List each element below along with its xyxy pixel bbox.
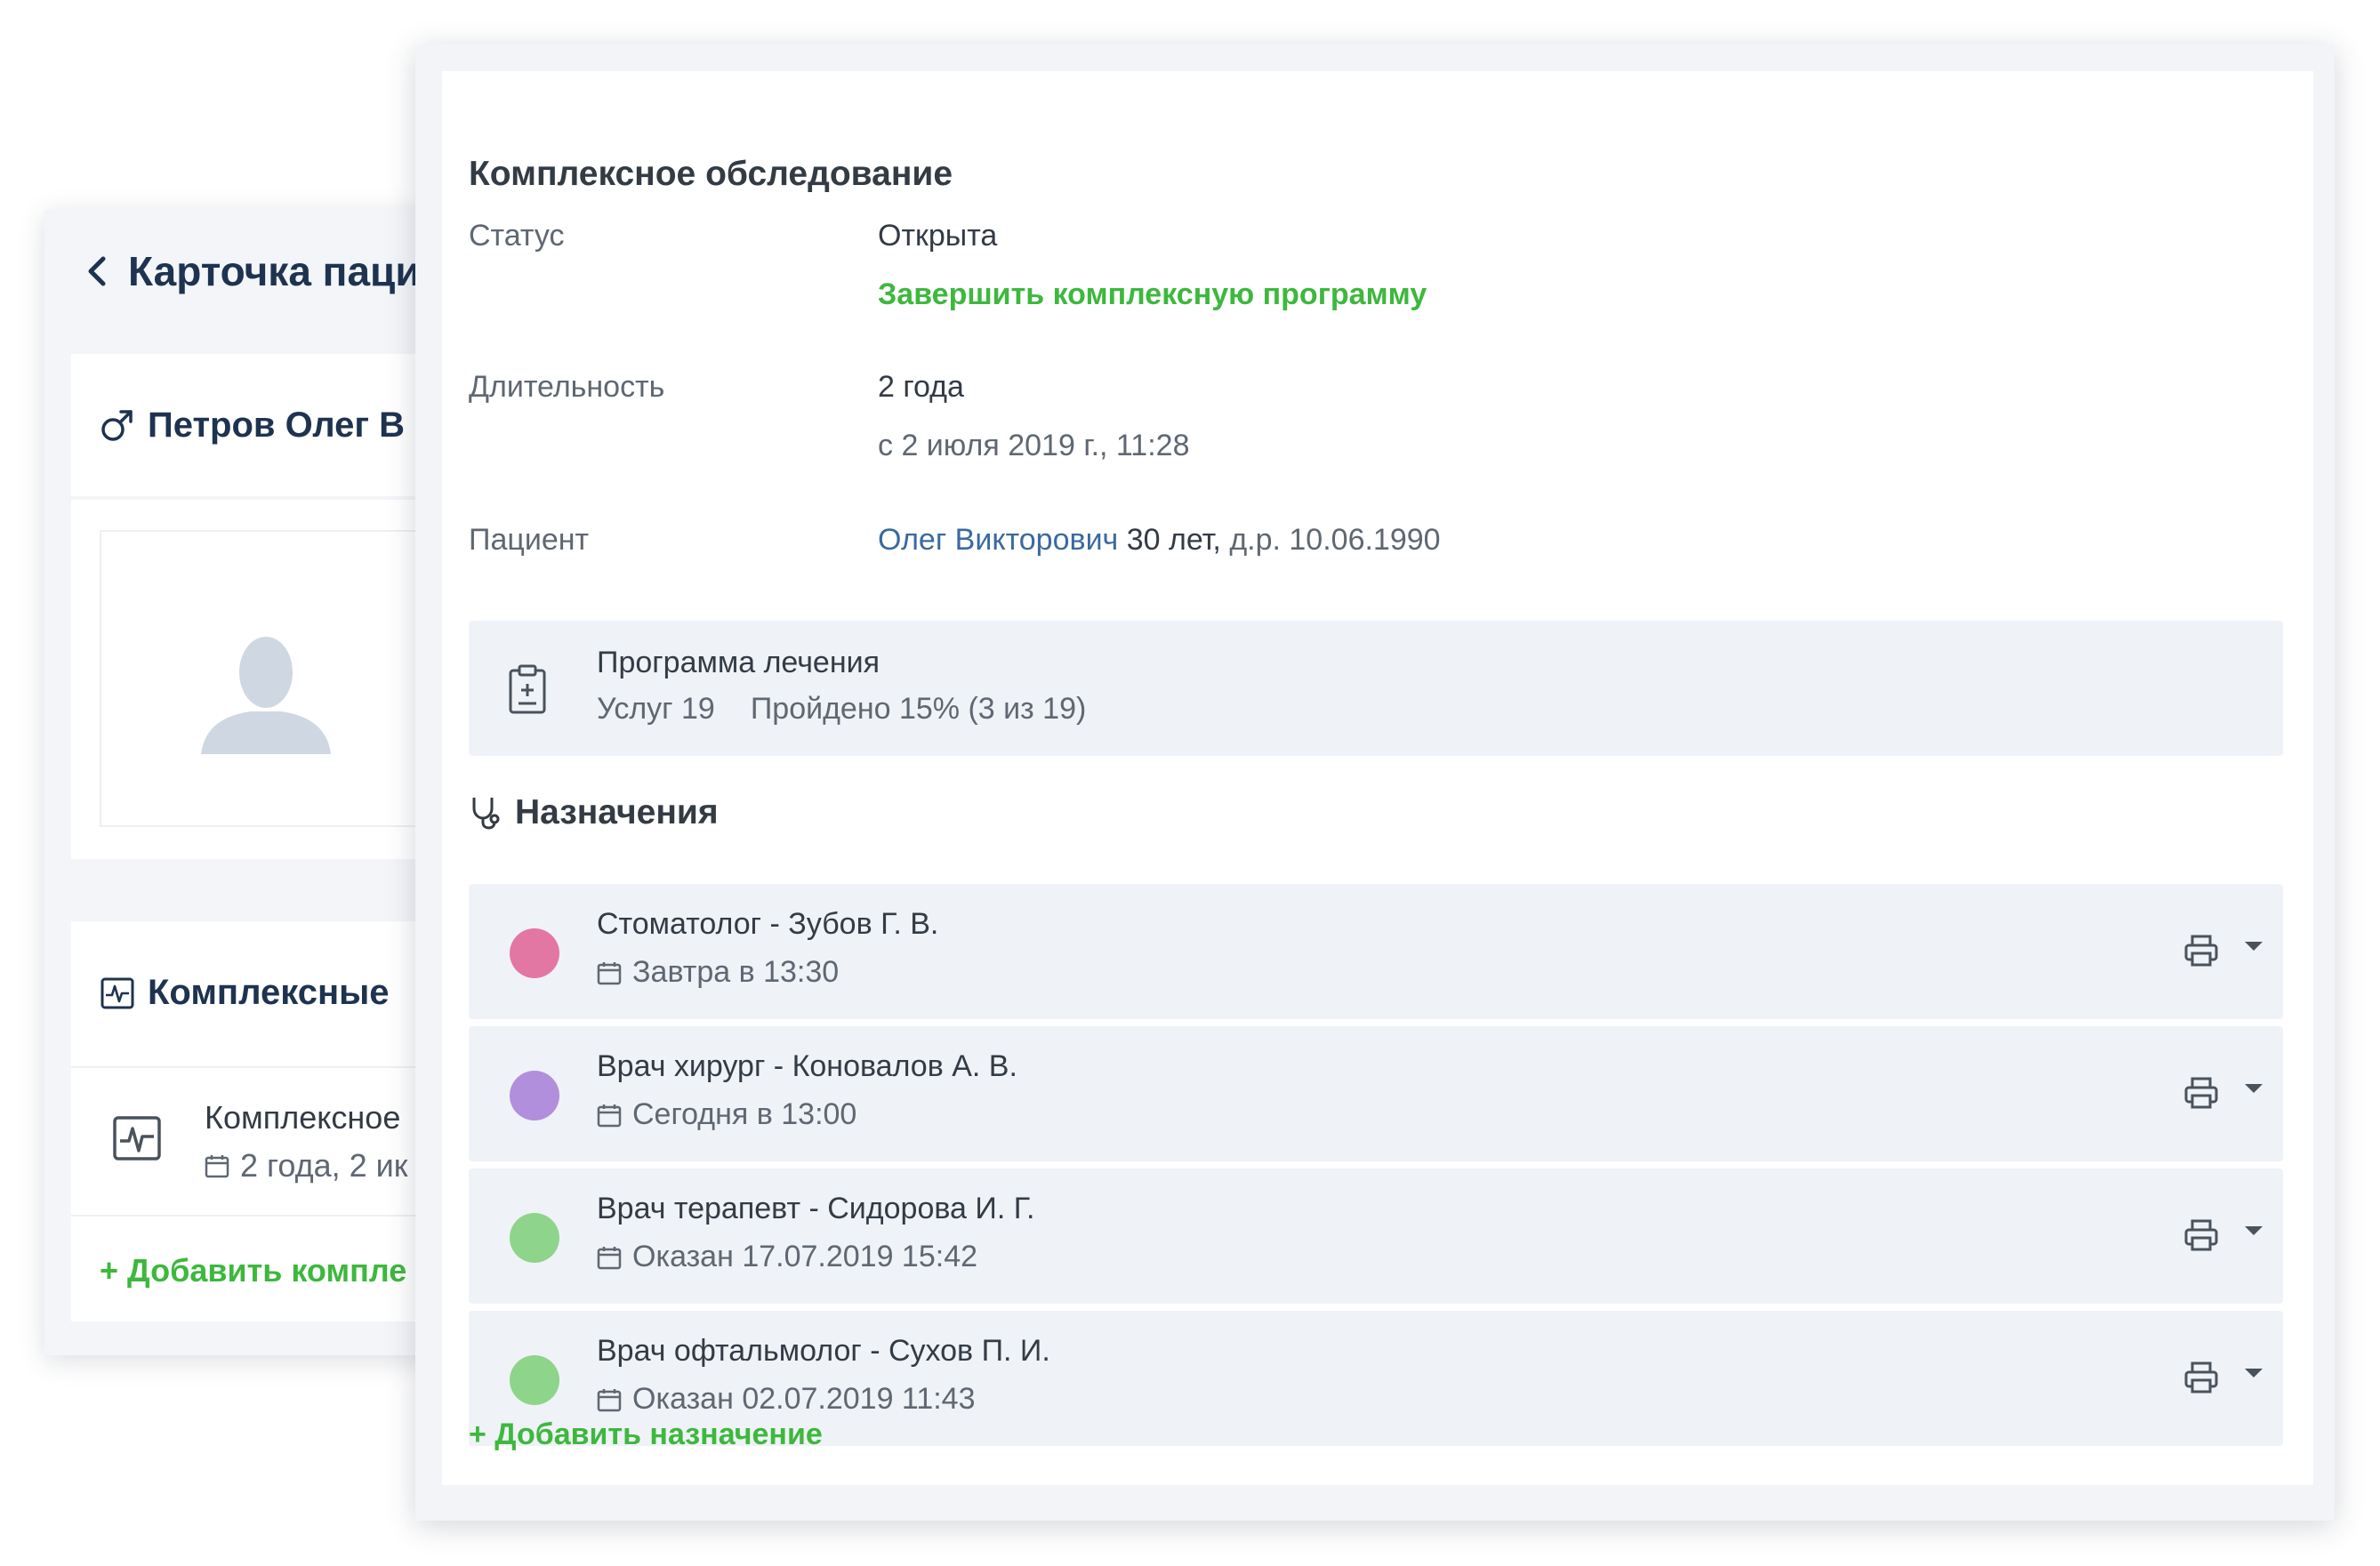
printer-icon[interactable] (2183, 934, 2219, 968)
duration-label: Длительность (469, 370, 665, 404)
complex-programs-heading: Комплексные (100, 973, 390, 1013)
complex-item-title[interactable]: Комплексное (205, 1099, 400, 1136)
calendar-icon (205, 1155, 229, 1178)
status-dot (510, 928, 559, 978)
exam-content: Комплексное обследование Статус Открыта … (442, 71, 2313, 1485)
appointment-time: Оказан 02.07.2019 11:43 (597, 1382, 976, 1417)
patient-info: Олег Викторович 30 лет, д.р. 10.06.1990 (878, 523, 1441, 558)
chevron-left-icon[interactable] (80, 252, 116, 291)
status-label: Статус (469, 219, 565, 253)
calendar-icon (597, 961, 622, 984)
avatar-placeholder-icon (201, 637, 331, 754)
printer-icon[interactable] (2183, 1218, 2219, 1252)
printer-icon[interactable] (2183, 1076, 2219, 1110)
add-assignment-button[interactable]: + Добавить назначение (469, 1417, 823, 1452)
calendar-icon (597, 1246, 622, 1269)
appointment-title: Врач офтальмолог - Сухов П. И. (597, 1334, 1050, 1368)
add-complex-button[interactable]: + Добавить компле (100, 1252, 406, 1289)
appointment-time: Сегодня в 13:00 (597, 1097, 856, 1132)
patient-dob: д.р. 10.06.1990 (1229, 523, 1441, 557)
calendar-icon (597, 1104, 622, 1127)
finish-program-link[interactable]: Завершить комплексную программу (878, 277, 1427, 312)
status-dot (510, 1355, 559, 1405)
calendar-icon (597, 1388, 622, 1411)
program-title: Программа лечения (597, 646, 880, 679)
patient-age: 30 лет, (1118, 523, 1230, 557)
printer-icon[interactable] (2183, 1361, 2219, 1394)
clipboard-medical-icon (509, 664, 546, 714)
appointment-time: Оказан 17.07.2019 15:42 (597, 1240, 977, 1274)
caret-down-icon[interactable] (2242, 1366, 2265, 1380)
stethoscope-icon (472, 798, 500, 830)
male-icon (101, 410, 133, 441)
heartbeat-icon (101, 977, 134, 1008)
page-title: Комплексное обследование (469, 155, 953, 193)
appointment-title: Врач терапевт - Сидорова И. Г. (597, 1192, 1035, 1225)
status-dot (510, 1071, 559, 1120)
treatment-program-card[interactable]: Программа лечения Услуг 19 Пройдено 15% (… (469, 621, 2283, 756)
appointment-row[interactable]: Стоматолог - Зубов Г. В. Завтра в 13:30 (469, 884, 2283, 1019)
program-services-count: Услуг 19 (597, 692, 715, 726)
caret-down-icon[interactable] (2242, 1081, 2265, 1096)
caret-down-icon[interactable] (2242, 939, 2265, 953)
patient-label: Пациент (469, 523, 590, 557)
exam-panel: Комплексное обследование Статус Открыта … (415, 44, 2335, 1521)
appointment-time: Завтра в 13:30 (597, 955, 839, 990)
appointment-title: Врач хирург - Коновалов А. В. (597, 1049, 1017, 1083)
appointment-row[interactable]: Врач хирург - Коновалов А. В. Сегодня в … (469, 1026, 2283, 1161)
duration-value: 2 года (878, 370, 964, 404)
patient-name: Петров Олег В (148, 405, 406, 445)
program-stats: Услуг 19 Пройдено 15% (3 из 19) (597, 692, 1086, 727)
assignments-heading: Назначения (469, 793, 719, 832)
program-progress: Пройдено 15% (3 из 19) (750, 692, 1087, 726)
caret-down-icon[interactable] (2242, 1224, 2265, 1238)
status-dot (510, 1213, 559, 1263)
appointment-title: Стоматолог - Зубов Г. В. (597, 907, 939, 941)
duration-since: с 2 июля 2019 г., 11:28 (878, 429, 1190, 462)
patient-link[interactable]: Олег Викторович (878, 523, 1118, 557)
appointment-row[interactable]: Врач терапевт - Сидорова И. Г. Оказан 17… (469, 1168, 2283, 1304)
status-value: Открыта (878, 219, 998, 253)
complex-item-duration: 2 года, 2 ик (205, 1147, 408, 1185)
heartbeat-icon (113, 1116, 161, 1160)
